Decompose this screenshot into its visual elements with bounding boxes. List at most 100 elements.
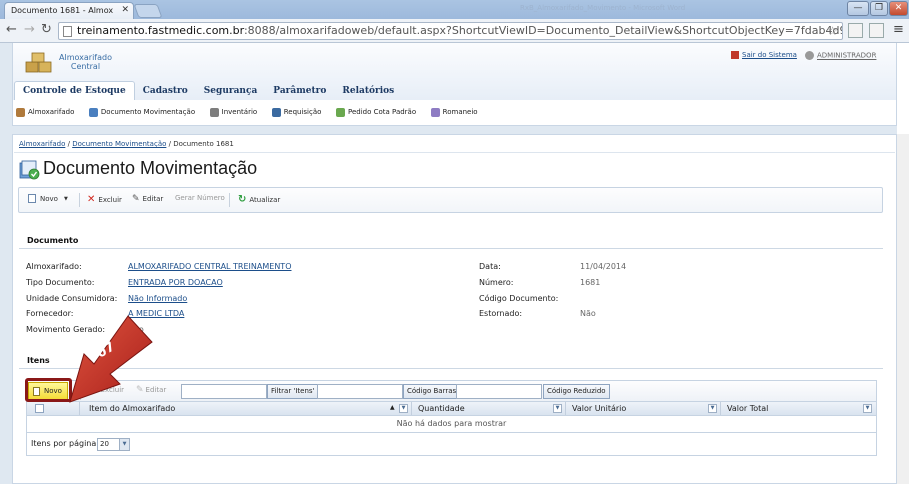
divider <box>14 152 895 153</box>
sort-asc-icon[interactable]: ▲ <box>390 404 395 411</box>
atualizar-button[interactable]: ↻ Atualizar <box>238 194 280 205</box>
subnav-almoxarifado[interactable]: Almoxarifado <box>16 100 74 124</box>
close-window-button[interactable]: ✕ <box>889 1 908 16</box>
page-title: Documento Movimentação <box>43 158 258 178</box>
bookmark-star-icon[interactable]: ☆ <box>827 23 838 39</box>
tab-relatorios[interactable]: Relatórios <box>334 82 402 101</box>
column-separator <box>720 402 721 415</box>
url-path: :8088/almoxarifadoweb/default.aspx?Short… <box>243 24 842 37</box>
new-tab-button[interactable] <box>133 4 163 18</box>
warehouse-icon <box>16 107 25 117</box>
filter-itens-button[interactable]: Filtrar 'Itens' <box>267 384 319 399</box>
extension-icon[interactable] <box>848 23 863 38</box>
column-valor-unitario[interactable]: Valor Unitário <box>572 404 626 413</box>
tab-parametro[interactable]: Parâmetro <box>265 82 334 101</box>
browser-menu-icon[interactable]: ≡ <box>893 22 904 37</box>
field-value-unidade-consumidora[interactable]: Não Informado <box>128 294 187 303</box>
reload-icon[interactable]: ↻ <box>41 22 52 37</box>
column-filter-dropdown[interactable]: ▼ <box>553 404 562 413</box>
codigo-reduzido-button[interactable]: Código Reduzido <box>543 384 610 399</box>
new-document-icon <box>28 194 36 203</box>
extension-k-icon[interactable] <box>869 23 884 38</box>
per-page-label: Itens por página: <box>31 439 99 448</box>
logo-line2: Central <box>70 62 101 71</box>
blurred-window-title: RxB_Almoxarifado_Movimento - Microsoft W… <box>520 4 686 12</box>
minimize-button[interactable]: — <box>847 1 869 16</box>
edit-pencil-icon: ✎ <box>132 194 140 204</box>
select-all-checkbox[interactable] <box>35 404 44 413</box>
codigo-barras-button[interactable]: Código Barras <box>403 384 461 399</box>
breadcrumb-sep: / <box>67 140 70 148</box>
field-label-codigo-documento: Código Documento: <box>479 294 559 303</box>
forward-icon[interactable]: → <box>24 22 35 37</box>
subnav-label: Almoxarifado <box>28 108 75 116</box>
field-label-data: Data: <box>479 262 501 271</box>
column-valor-total[interactable]: Valor Total <box>727 404 768 413</box>
breadcrumb-current: Documento 1681 <box>173 140 234 148</box>
breadcrumb-documento-movimentacao[interactable]: Documento Movimentação <box>72 140 166 148</box>
logout-link-wrap[interactable]: Sair do Sistema <box>731 51 797 59</box>
column-filter-dropdown[interactable]: ▼ <box>863 404 872 413</box>
subnav-label: Romaneio <box>442 108 478 116</box>
back-icon[interactable]: ← <box>6 22 17 37</box>
chevron-down-icon: ▼ <box>119 439 129 450</box>
codigo-barras-input[interactable] <box>317 384 403 399</box>
section-documento-title: Documento <box>27 236 79 245</box>
tab-seguranca[interactable]: Segurança <box>196 82 266 101</box>
breadcrumb-sep: / <box>168 140 171 148</box>
field-value-almoxarifado[interactable]: ALMOXARIFADO CENTRAL TREINAMENTO <box>128 262 292 271</box>
per-page-select[interactable]: 20 ▼ <box>97 438 130 451</box>
gerar-numero-button[interactable]: Gerar Número <box>175 194 225 202</box>
logo-line1: Almoxarifado <box>59 53 112 62</box>
filter-itens-input[interactable] <box>181 384 267 399</box>
field-label-estornado: Estornado: <box>479 309 523 318</box>
subnav-requisicao[interactable]: Requisição <box>271 100 322 124</box>
breadcrumb: Almoxarifado / Documento Movimentação / … <box>19 140 234 148</box>
novo-dropdown-icon[interactable]: ▼ <box>64 196 68 202</box>
page-scrollbar[interactable] <box>897 134 909 484</box>
toolbar-separator <box>79 193 80 207</box>
subnav-documento-movimentacao[interactable]: Documento Movimentação <box>88 100 195 124</box>
section-divider <box>19 248 883 249</box>
field-value-tipo-documento[interactable]: ENTRADA POR DOACAO <box>128 278 223 287</box>
user-link-wrap[interactable]: ADMINISTRADOR <box>805 51 876 60</box>
subnav-label: Pedido Cota Padrão <box>347 108 417 116</box>
tab-cadastro[interactable]: Cadastro <box>135 82 196 101</box>
content-gap <box>12 126 897 134</box>
subnav-romaneio[interactable]: Romaneio <box>430 100 478 124</box>
main-tabs: Controle de Estoque Cadastro Segurança Parâ… <box>14 81 402 100</box>
tab-controle-estoque[interactable]: Controle de Estoque <box>14 81 135 100</box>
subnav-pedido-cota-padrao[interactable]: Pedido Cota Padrão <box>335 100 417 124</box>
delete-x-icon: ✕ <box>87 194 96 205</box>
column-filter-dropdown[interactable]: ▼ <box>399 404 408 413</box>
field-value-data: 11/04/2014 <box>580 262 627 271</box>
logout-icon <box>731 51 739 59</box>
shipping-icon <box>430 107 440 117</box>
maximize-button[interactable]: ❐ <box>870 1 888 16</box>
tab-close-icon[interactable]: ✕ <box>121 5 129 15</box>
request-icon <box>271 107 281 117</box>
user-link[interactable]: ADMINISTRADOR <box>817 52 876 60</box>
column-separator <box>565 402 566 415</box>
user-icon <box>805 51 814 60</box>
inventory-icon <box>209 107 219 117</box>
column-quantidade[interactable]: Quantidade <box>418 404 465 413</box>
browser-tab[interactable]: Documento 1681 - Almox ✕ <box>4 2 134 19</box>
grid-pager: Itens por página: 20 ▼ <box>26 433 877 456</box>
field-value-numero: 1681 <box>580 278 601 287</box>
editar-button[interactable]: ✎ Editar <box>132 194 163 204</box>
novo-button[interactable]: Novo ▼ <box>28 194 68 203</box>
subnav-inventario[interactable]: Inventário <box>209 100 257 124</box>
column-separator <box>411 402 412 415</box>
address-bar[interactable]: treinamento.fastmedic.com.br:8088/almoxa… <box>58 22 843 40</box>
logout-link[interactable]: Sair do Sistema <box>742 51 797 59</box>
document-icon <box>88 107 98 117</box>
breadcrumb-almoxarifado[interactable]: Almoxarifado <box>19 140 65 148</box>
grid-empty-message: Não há dados para mostrar <box>26 416 877 433</box>
column-filter-dropdown[interactable]: ▼ <box>708 404 717 413</box>
excluir-button[interactable]: ✕ Excluir <box>87 194 122 205</box>
editar-label: Editar <box>142 195 164 203</box>
document-movement-icon <box>19 160 40 180</box>
subnav-label: Requisição <box>283 108 322 116</box>
codigo-reduzido-input[interactable] <box>456 384 542 399</box>
